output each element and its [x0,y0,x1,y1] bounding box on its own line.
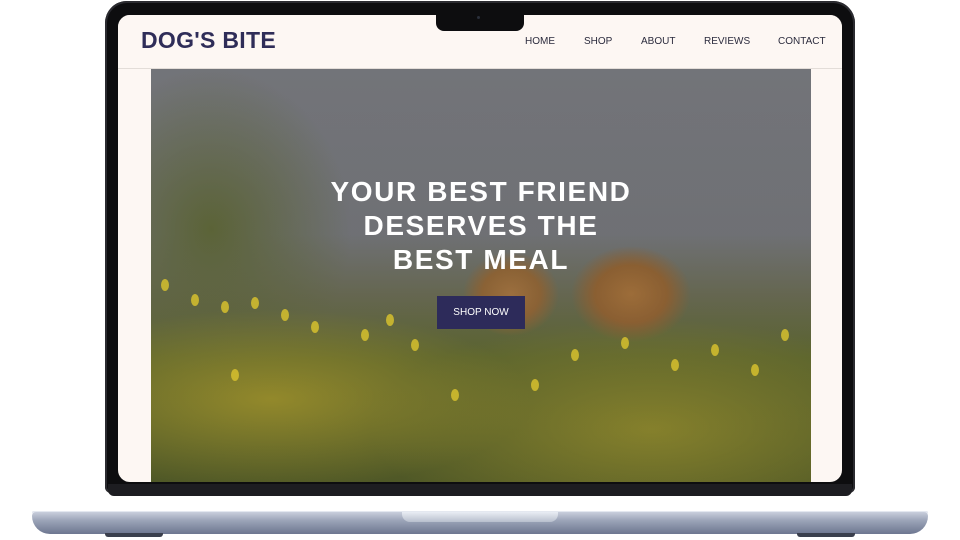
laptop-hinge [108,484,852,496]
nav-about-link[interactable]: ABOUT [641,36,675,47]
nav-shop-link[interactable]: SHOP [584,36,612,47]
nav-home-link[interactable]: HOME [525,36,555,47]
site-logo[interactable]: DOG'S BITE [141,27,276,54]
camera-notch [436,15,524,31]
laptop-opening-notch [402,512,558,522]
hero-banner: YOUR BEST FRIEND DESERVES THE BEST MEAL … [151,69,811,482]
hero-content: YOUR BEST FRIEND DESERVES THE BEST MEAL … [151,175,811,329]
laptop-screen: DOG'S BITE HOME SHOP ABOUT REVIEWS CONTA… [118,15,842,482]
nav-contact-link[interactable]: CONTACT [778,36,826,47]
shop-now-button[interactable]: SHOP NOW [437,296,525,329]
camera-icon [477,16,480,19]
nav-reviews-link[interactable]: REVIEWS [704,36,750,47]
laptop-foot-left [105,533,163,537]
laptop-foot-right [797,533,855,537]
hero-heading: YOUR BEST FRIEND DESERVES THE BEST MEAL [330,176,632,275]
